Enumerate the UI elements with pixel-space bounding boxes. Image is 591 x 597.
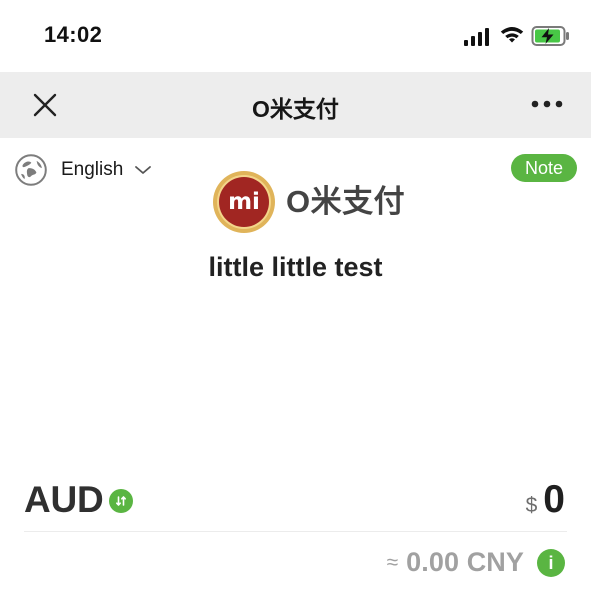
currency-symbol: $	[525, 494, 538, 517]
amount-divider	[24, 531, 567, 532]
mi-logo-mark: mi	[213, 171, 275, 233]
status-bar: 14:02	[0, 0, 591, 72]
language-selector[interactable]: English	[15, 153, 160, 187]
currency-switch-button[interactable]	[109, 489, 133, 513]
currency-code: AUD	[24, 479, 104, 520]
converted-amount-row: ≈ 0.00 CNY i	[387, 547, 565, 578]
switch-currency-icon	[116, 496, 126, 506]
charging-battery-icon	[531, 26, 569, 46]
language-label: English	[61, 159, 124, 180]
chevron-down-icon	[135, 166, 152, 174]
converted-amount: 0.00 CNY	[406, 547, 524, 577]
amount-value: 0	[543, 478, 565, 521]
merchant-name: little little test	[208, 252, 383, 282]
wifi-icon	[500, 27, 524, 43]
info-icon[interactable]: i	[537, 548, 565, 577]
status-time: 14:02	[44, 22, 103, 47]
approx-symbol: ≈	[386, 550, 399, 574]
logo-mark-text: mi	[228, 189, 260, 215]
merchant-logo: mi O米支付	[212, 170, 405, 234]
close-icon[interactable]	[30, 90, 60, 120]
navigation-bar: O米支付	[0, 72, 591, 138]
more-icon[interactable]	[531, 99, 563, 109]
amount-input[interactable]: $ 0	[526, 479, 565, 521]
globe-icon	[15, 154, 47, 186]
page-title: O米支付	[252, 96, 339, 122]
note-button[interactable]: Note	[511, 154, 577, 182]
cellular-signal-icon	[464, 28, 489, 46]
logo-brand-text: O米支付	[286, 184, 406, 219]
payment-content: English Note mi O米支付 little little test …	[0, 138, 591, 597]
